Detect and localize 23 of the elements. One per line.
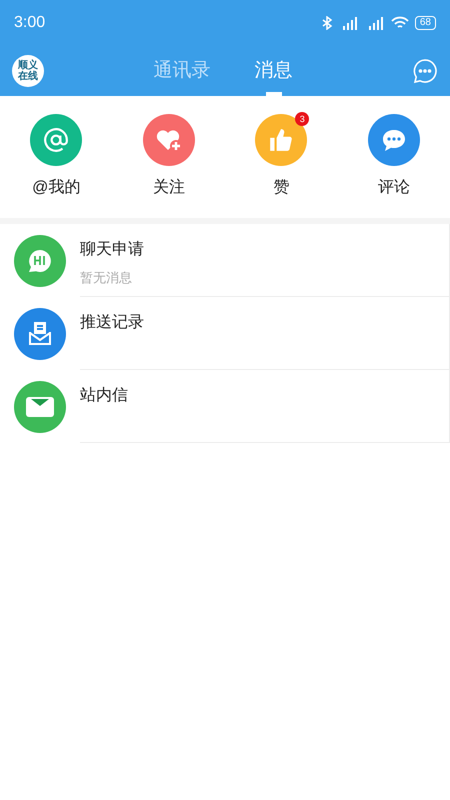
shortcut-button[interactable]: @我的 <box>0 114 112 200</box>
count-badge: 3 <box>295 112 310 126</box>
shortcut-button[interactable]: 3 赞 <box>225 114 338 200</box>
message-title: 聊天申请 <box>80 240 144 260</box>
wifi-icon <box>390 16 409 30</box>
envelope-icon <box>25 396 55 418</box>
thumbs-up-icon <box>268 127 294 153</box>
message-row[interactable]: 聊天申请 暂无消息 <box>0 224 450 297</box>
message-subtitle: 暂无消息 <box>80 269 132 287</box>
app-logo: 顺义在线 <box>12 55 44 87</box>
bluetooth-icon <box>320 16 333 30</box>
chat-bubble-icon[interactable] <box>412 58 438 84</box>
hi-bubble-icon <box>26 248 54 274</box>
battery-indicator: 68 <box>414 16 436 30</box>
shortcut-button[interactable]: 关注 <box>112 114 225 200</box>
at-icon <box>43 127 70 153</box>
message-row[interactable]: 推送记录 <box>0 297 450 370</box>
shortcut-button[interactable]: 评论 <box>338 114 450 200</box>
message-title: 推送记录 <box>80 313 144 333</box>
message-row[interactable]: 站内信 <box>0 370 450 443</box>
status-time: 3:00 <box>14 13 46 33</box>
message-title: 站内信 <box>80 386 128 406</box>
inbox-letter-icon <box>26 320 54 348</box>
